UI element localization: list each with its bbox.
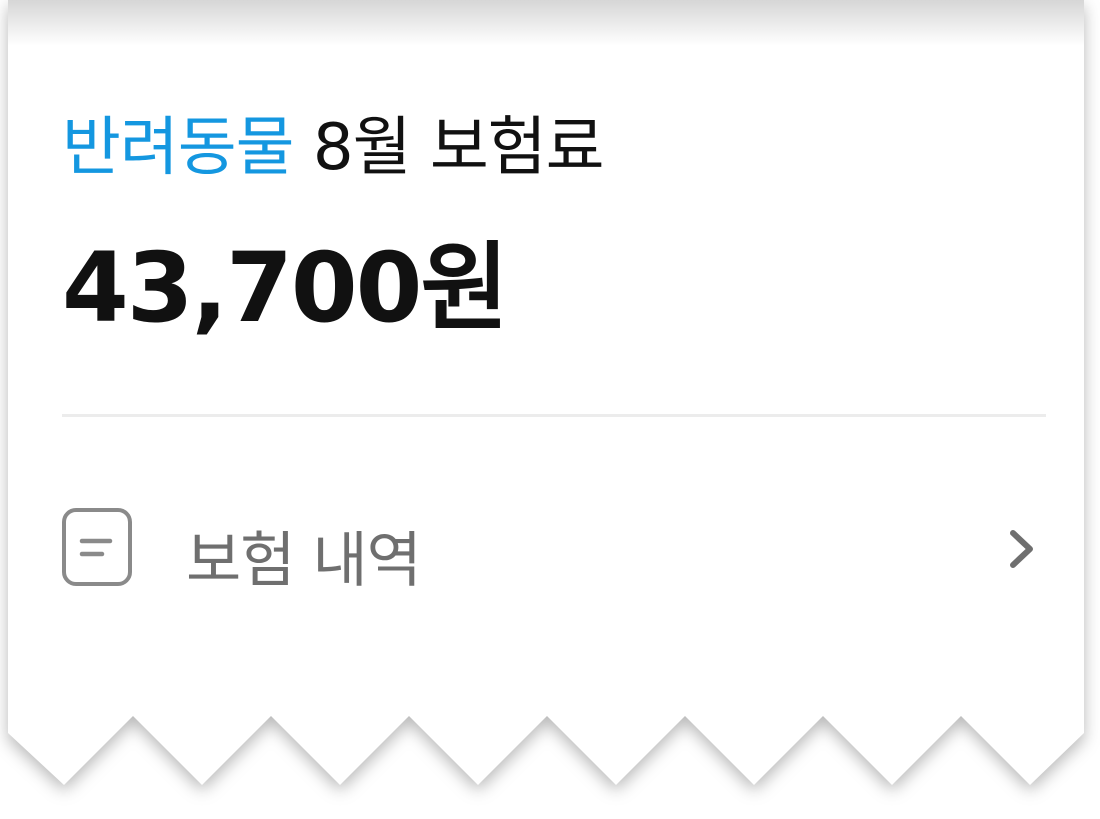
title-accent: 반려동물 — [62, 111, 295, 185]
page-title: 반려동물 8월 보험료 — [62, 96, 605, 188]
insurance-history-label: 보험 내역 — [186, 526, 422, 596]
receipt-card: 반려동물 8월 보험료 43,700원 보험 내역 — [0, 0, 1100, 819]
insurance-history-link[interactable]: 보험 내역 — [62, 498, 1046, 598]
document-icon — [62, 508, 132, 586]
title-rest: 8월 보험료 — [293, 111, 605, 185]
top-edge-shadow — [8, 0, 1084, 46]
premium-amount: 43,700원 — [62, 232, 509, 344]
divider — [62, 414, 1046, 417]
chevron-right-icon — [1010, 530, 1033, 568]
